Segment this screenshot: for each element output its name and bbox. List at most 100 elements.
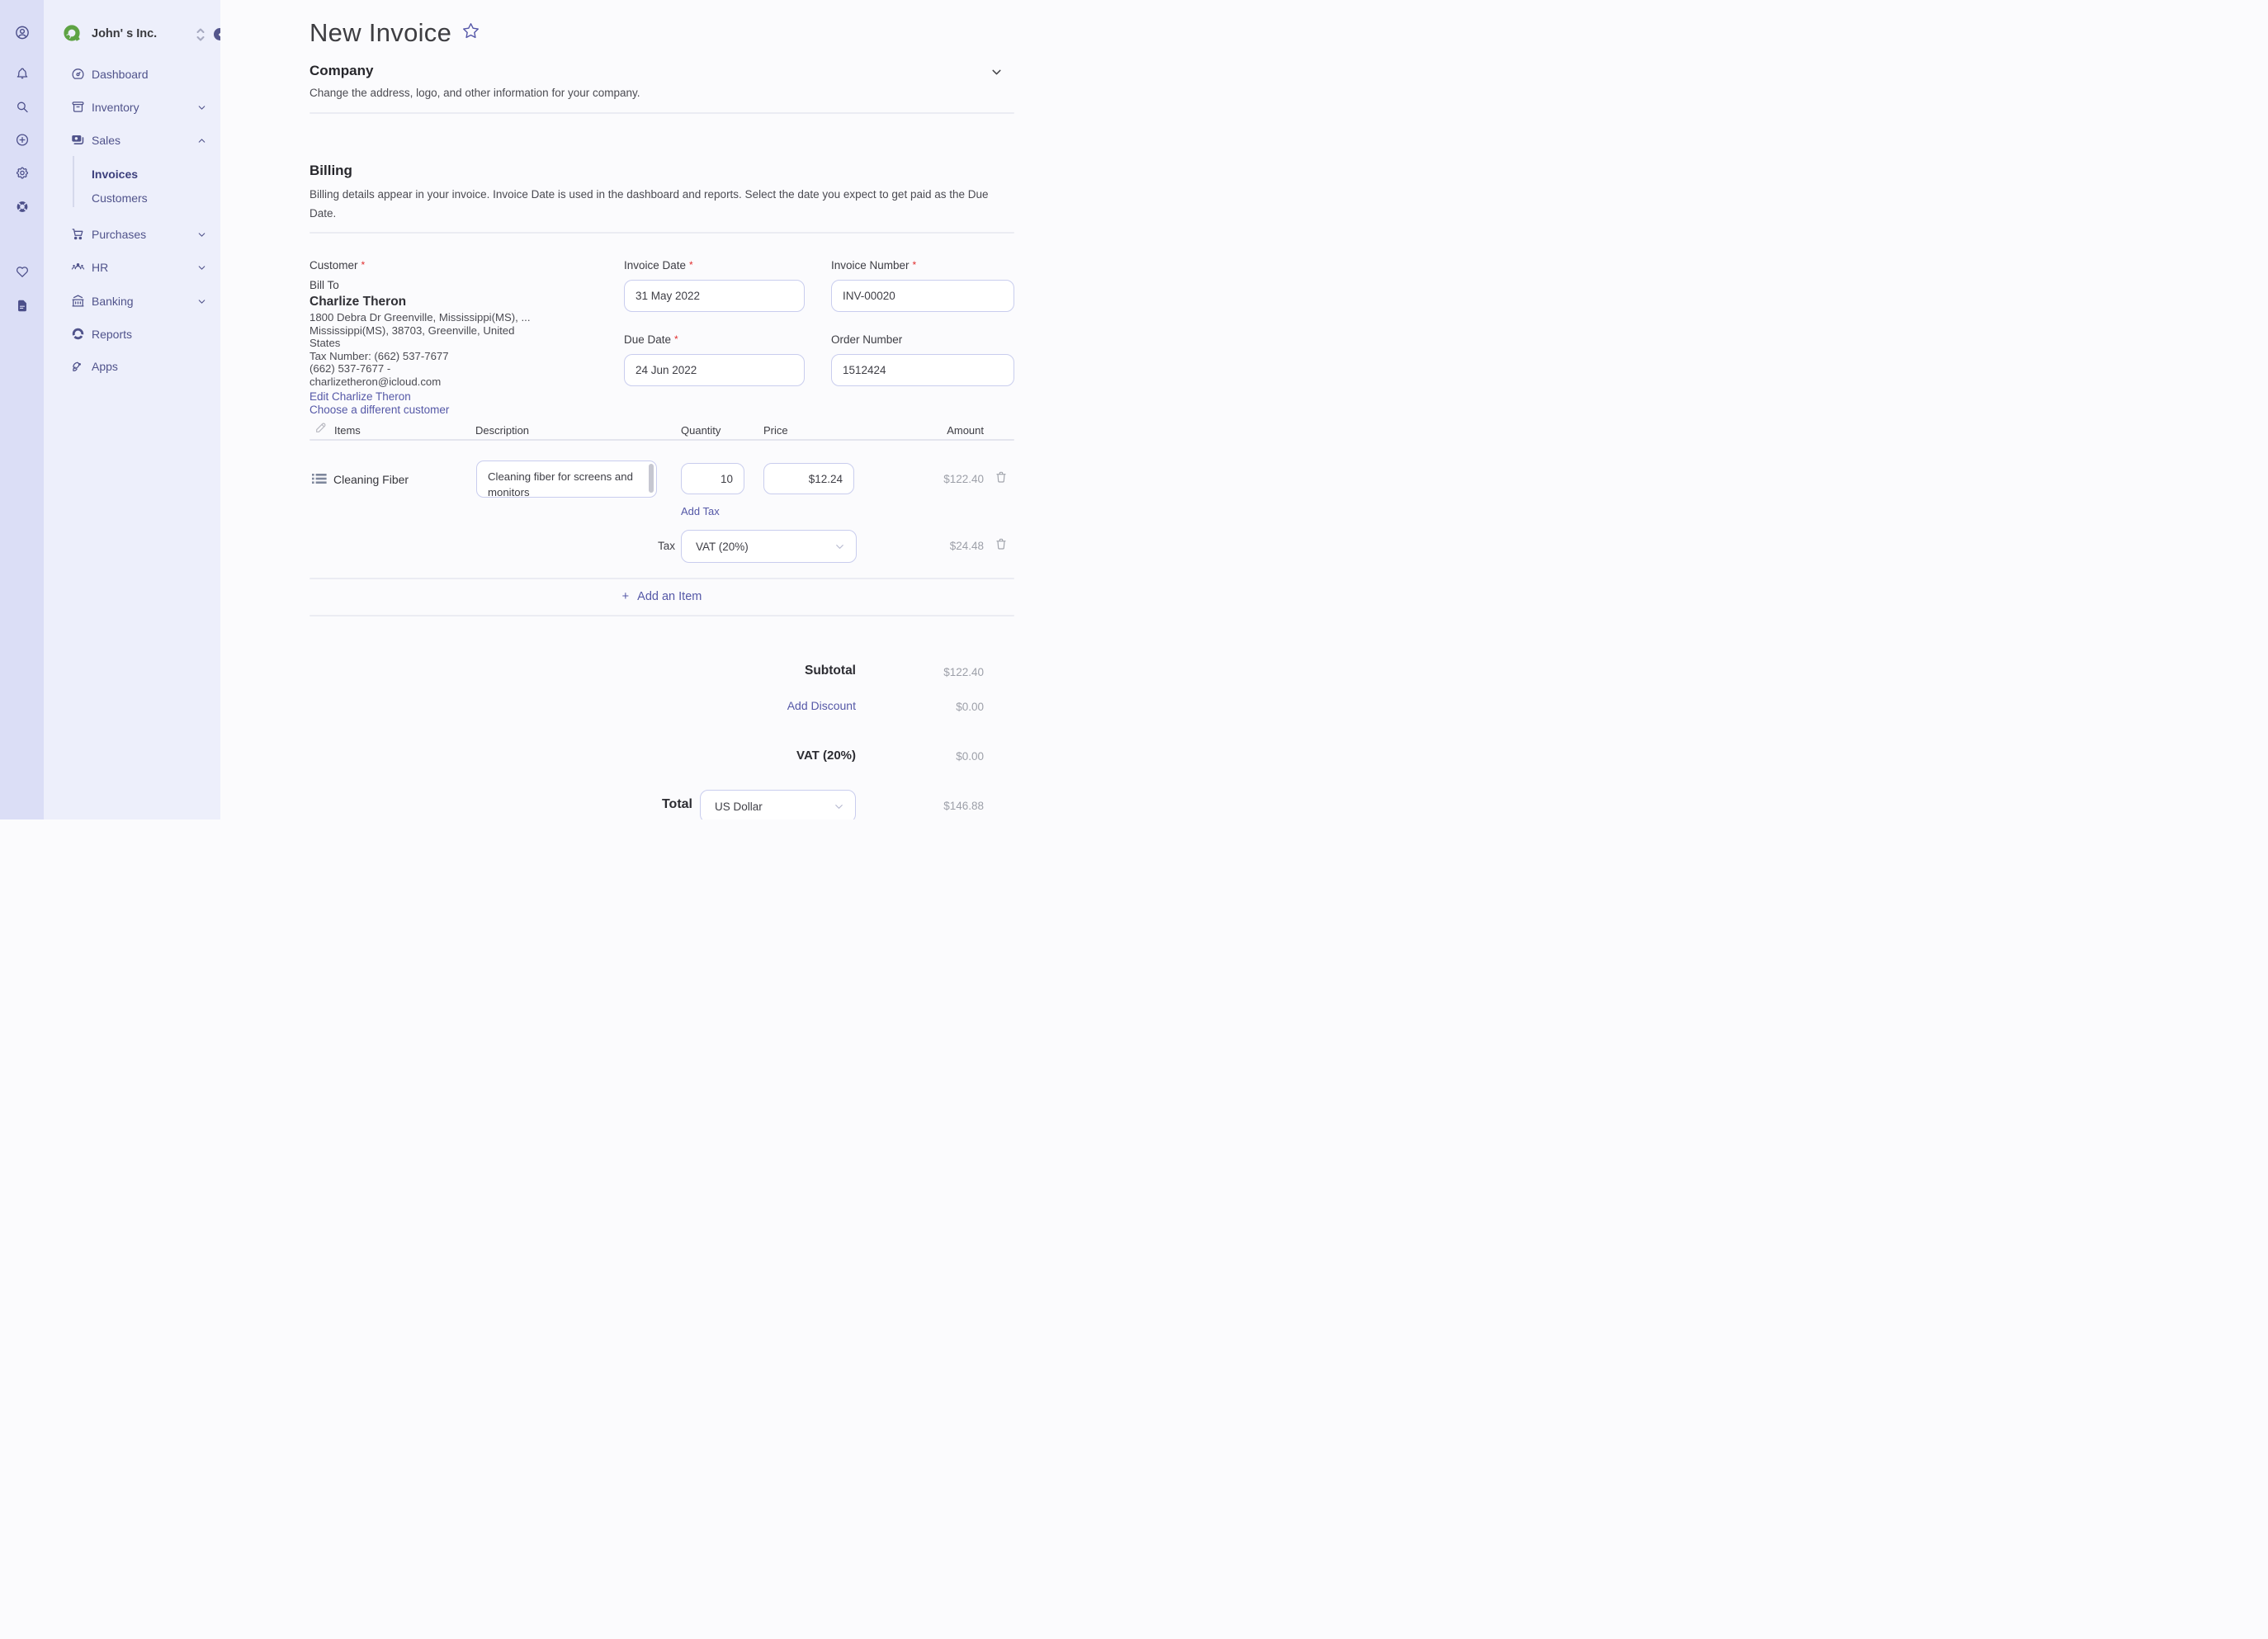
item-description-input[interactable]: Cleaning fiber for screens and monitors — [476, 461, 657, 498]
favorite-star-icon[interactable] — [462, 22, 480, 40]
invoice-number-label: Invoice Number * — [831, 259, 917, 272]
table-header-divider — [309, 439, 1014, 441]
hr-people-icon — [71, 260, 85, 274]
customer-phone: (662) 537-7677 - — [309, 362, 391, 376]
order-number-label: Order Number — [831, 333, 903, 346]
description-column-header: Description — [475, 424, 530, 437]
add-tax-link[interactable]: Add Tax — [681, 505, 720, 517]
chevron-down-icon — [196, 296, 207, 307]
tax-select[interactable]: VAT (20%) — [681, 530, 857, 563]
reports-chart-icon — [71, 327, 85, 341]
support-lifebuoy-icon[interactable] — [15, 200, 29, 214]
price-column-header: Price — [763, 424, 788, 437]
chevron-down-icon — [196, 229, 207, 240]
company-logo — [63, 23, 83, 44]
sidebar-item-purchases[interactable]: Purchases — [44, 224, 220, 245]
invoice-date-input[interactable] — [624, 280, 805, 312]
choose-customer-link[interactable]: Choose a different customer — [309, 404, 449, 416]
item-list-icon[interactable] — [312, 472, 327, 485]
billing-section-description: Billing details appear in your invoice. … — [309, 188, 989, 220]
discount-amount: $0.00 — [956, 701, 984, 713]
total-amount: $146.88 — [943, 800, 984, 812]
settings-gear-icon[interactable] — [15, 166, 29, 180]
bill-to-label: Bill To — [309, 279, 339, 291]
company-name: John' s Inc. — [92, 27, 158, 40]
favorites-heart-icon[interactable] — [15, 265, 29, 279]
chevron-down-icon — [833, 801, 845, 813]
dashboard-gauge-icon — [71, 67, 85, 81]
company-section-chevron-down-icon[interactable] — [990, 65, 1004, 79]
company-section-title: Company — [309, 63, 374, 78]
customer-tax-number: Tax Number: (662) 537-7677 — [309, 349, 449, 362]
page-title: New Invoice — [309, 18, 480, 48]
tax-label: Tax — [657, 540, 675, 552]
item-price-input[interactable] — [763, 463, 854, 494]
vat-amount: $0.00 — [956, 750, 984, 763]
invoice-number-input[interactable] — [831, 280, 1014, 312]
due-date-input[interactable] — [624, 354, 805, 386]
divider — [309, 578, 1014, 579]
description-scrollbar-thumb[interactable] — [649, 464, 654, 493]
divider — [309, 232, 1014, 234]
sidebar-item-inventory[interactable]: Inventory — [44, 97, 220, 118]
account-icon[interactable] — [14, 25, 30, 40]
subtotal-label: Subtotal — [805, 664, 856, 678]
edit-customer-link[interactable]: Edit Charlize Theron — [309, 390, 411, 403]
divider — [309, 112, 1014, 114]
main-content: New Invoice Company Change the address, … — [220, 0, 1134, 820]
documents-file-icon[interactable] — [15, 299, 29, 313]
sidebar-item-invoices[interactable]: Invoices — [44, 163, 220, 185]
customer-email: charlizetheron@icloud.com — [309, 375, 442, 388]
purchases-cart-icon — [71, 227, 85, 241]
currency-select-value: US Dollar — [715, 800, 763, 813]
delete-item-trash-icon[interactable] — [995, 470, 1008, 484]
create-new-plus-icon[interactable] — [15, 133, 29, 147]
sidebar-item-dashboard[interactable]: Dashboard — [44, 64, 220, 85]
sales-money-icon — [71, 133, 85, 147]
chevron-down-icon — [834, 541, 846, 553]
notifications-bell-icon[interactable] — [15, 67, 29, 81]
sidebar-item-sales[interactable]: Sales — [44, 130, 220, 151]
subtotal-amount: $122.40 — [943, 666, 984, 678]
company-section-description: Change the address, logo, and other info… — [309, 87, 640, 99]
customer-address: 1800 Debra Dr Greenville, Mississippi(MS… — [309, 311, 541, 389]
delete-tax-trash-icon[interactable] — [995, 537, 1008, 550]
sidebar-item-banking[interactable]: Banking — [44, 290, 220, 312]
chevron-up-icon — [196, 135, 207, 146]
plus-icon: + — [621, 590, 630, 603]
icon-rail — [0, 0, 44, 820]
item-quantity-input[interactable] — [681, 463, 744, 494]
item-name: Cleaning Fiber — [333, 473, 409, 486]
sidebar-item-apps[interactable]: Apps — [44, 356, 220, 377]
customer-label: Customer * — [309, 259, 366, 272]
sidebar-item-reports[interactable]: Reports — [44, 324, 220, 345]
quantity-column-header: Quantity — [681, 424, 721, 437]
inventory-box-icon — [71, 100, 85, 114]
chevron-down-icon — [196, 102, 207, 113]
items-column-header: Items — [334, 424, 361, 437]
divider — [309, 615, 1014, 616]
billing-section-title: Billing — [309, 163, 352, 178]
add-discount-link[interactable]: Add Discount — [581, 699, 856, 712]
vat-label: VAT (20%) — [796, 749, 856, 763]
item-amount: $122.40 — [943, 473, 984, 485]
sidebar: John' s Inc. Dashboard Inventory Sales I… — [44, 0, 226, 820]
company-switcher-icon[interactable] — [195, 26, 206, 44]
tax-select-value: VAT (20%) — [696, 540, 749, 553]
tax-amount: $24.48 — [949, 540, 984, 552]
apps-rocket-icon — [71, 359, 85, 373]
customer-name: Charlize Theron — [309, 295, 407, 309]
due-date-label: Due Date * — [624, 333, 678, 346]
add-item-button[interactable]: + Add an Item — [309, 590, 1014, 603]
search-icon[interactable] — [15, 100, 29, 114]
total-label: Total — [661, 797, 692, 811]
banking-bank-icon — [71, 294, 85, 308]
currency-select[interactable]: US Dollar — [700, 790, 856, 820]
amount-column-header: Amount — [947, 424, 984, 437]
app-root: John' s Inc. Dashboard Inventory Sales I… — [0, 0, 1134, 820]
edit-pencil-icon[interactable] — [314, 421, 328, 434]
sidebar-item-hr[interactable]: HR — [44, 257, 220, 278]
sidebar-item-customers[interactable]: Customers — [44, 187, 220, 209]
order-number-input[interactable] — [831, 354, 1014, 386]
chevron-down-icon — [196, 262, 207, 273]
